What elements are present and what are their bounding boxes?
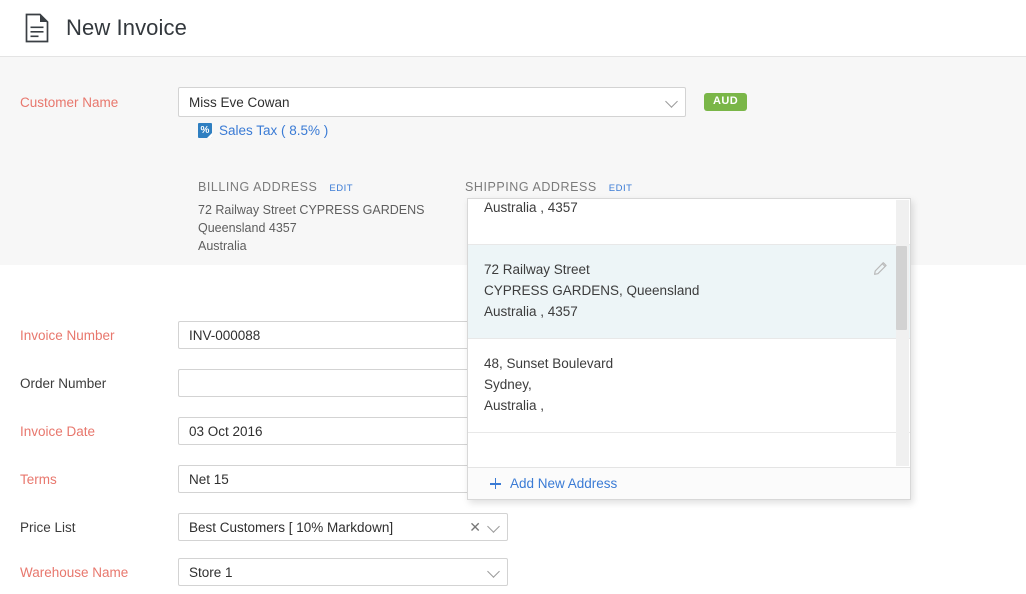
address-option-line: Sydney, bbox=[484, 374, 876, 395]
shipping-address-title: SHIPPING ADDRESS bbox=[465, 180, 597, 194]
chevron-down-icon[interactable] bbox=[487, 520, 500, 533]
shipping-address-header: SHIPPING ADDRESS EDIT bbox=[465, 180, 632, 194]
price-list-select[interactable]: Best Customers [ 10% Markdown] ✕ bbox=[178, 513, 508, 541]
billing-address-line: Australia bbox=[198, 237, 424, 255]
billing-address-line: Queensland 4357 bbox=[198, 219, 424, 237]
address-option-line: 72 Railway Street bbox=[484, 259, 876, 280]
billing-address-block: BILLING ADDRESS EDIT 72 Railway Street C… bbox=[198, 180, 424, 255]
shipping-address-dropdown[interactable]: CYPRESS GARDENS, QueenslandAustralia , 4… bbox=[467, 198, 911, 500]
add-new-address-label: Add New Address bbox=[510, 476, 617, 491]
invoice-number-label: Invoice Number bbox=[0, 328, 178, 343]
price-list-row: Price List Best Customers [ 10% Markdown… bbox=[0, 513, 508, 541]
percent-icon: % bbox=[198, 123, 212, 138]
customer-name-label: Customer Name bbox=[0, 95, 178, 110]
plus-icon bbox=[490, 478, 501, 489]
page-header: New Invoice bbox=[0, 0, 1026, 57]
currency-badge: AUD bbox=[704, 93, 747, 111]
invoice-page: New Invoice Customer Name Miss Eve Cowan… bbox=[0, 0, 1026, 594]
chevron-down-icon[interactable] bbox=[665, 95, 678, 108]
address-option[interactable]: CYPRESS GARDENS, QueenslandAustralia , 4… bbox=[468, 199, 910, 245]
address-option-line: 48, Sunset Boulevard bbox=[484, 353, 876, 374]
price-list-label: Price List bbox=[0, 520, 178, 535]
warehouse-name-select[interactable]: Store 1 bbox=[178, 558, 508, 586]
price-list-value: Best Customers [ 10% Markdown] bbox=[189, 520, 393, 535]
address-option-line: Australia , 4357 bbox=[484, 199, 876, 218]
address-option-line: Australia , bbox=[484, 395, 876, 416]
billing-address-edit-link[interactable]: EDIT bbox=[329, 183, 353, 194]
address-list[interactable]: CYPRESS GARDENS, QueenslandAustralia , 4… bbox=[468, 199, 910, 467]
terms-value: Net 15 bbox=[189, 472, 229, 487]
close-icon[interactable]: ✕ bbox=[469, 520, 481, 534]
order-number-label: Order Number bbox=[0, 376, 178, 391]
address-option-line: Australia , 4357 bbox=[484, 301, 876, 322]
sales-tax-label[interactable]: Sales Tax ( 8.5% ) bbox=[219, 123, 328, 138]
customer-name-value: Miss Eve Cowan bbox=[189, 95, 290, 110]
address-option-line: CYPRESS GARDENS, Queensland bbox=[484, 280, 876, 301]
shipping-address-edit-link[interactable]: EDIT bbox=[609, 183, 633, 194]
document-icon bbox=[24, 13, 50, 43]
address-option[interactable]: 48, Sunset BoulevardSydney,Australia , bbox=[468, 339, 910, 433]
pencil-icon[interactable] bbox=[873, 261, 888, 282]
page-title: New Invoice bbox=[66, 15, 187, 41]
billing-address-line: 72 Railway Street CYPRESS GARDENS bbox=[198, 201, 424, 219]
billing-address-title: BILLING ADDRESS bbox=[198, 180, 317, 194]
sales-tax-link[interactable]: % Sales Tax ( 8.5% ) bbox=[198, 123, 328, 138]
invoice-date-label: Invoice Date bbox=[0, 424, 178, 439]
dropdown-scrollbar-track[interactable] bbox=[896, 200, 909, 466]
shipping-address-block: SHIPPING ADDRESS EDIT bbox=[465, 180, 632, 194]
billing-address-lines: 72 Railway Street CYPRESS GARDENS Queens… bbox=[198, 201, 424, 255]
invoice-number-value: INV-000088 bbox=[189, 328, 260, 343]
customer-name-select[interactable]: Miss Eve Cowan bbox=[178, 87, 686, 117]
warehouse-name-row: Warehouse Name Store 1 bbox=[0, 558, 508, 586]
billing-address-header: BILLING ADDRESS EDIT bbox=[198, 180, 424, 194]
invoice-date-value: 03 Oct 2016 bbox=[189, 424, 263, 439]
warehouse-name-label: Warehouse Name bbox=[0, 565, 178, 580]
chevron-down-icon[interactable] bbox=[487, 565, 500, 578]
customer-name-row: Customer Name Miss Eve Cowan AUD bbox=[0, 87, 747, 117]
address-option[interactable]: 72 Railway StreetCYPRESS GARDENS, Queens… bbox=[468, 245, 910, 339]
add-new-address-button[interactable]: Add New Address bbox=[468, 467, 910, 499]
warehouse-name-value: Store 1 bbox=[189, 565, 233, 580]
terms-label: Terms bbox=[0, 472, 178, 487]
dropdown-scrollbar-thumb[interactable] bbox=[896, 246, 907, 330]
